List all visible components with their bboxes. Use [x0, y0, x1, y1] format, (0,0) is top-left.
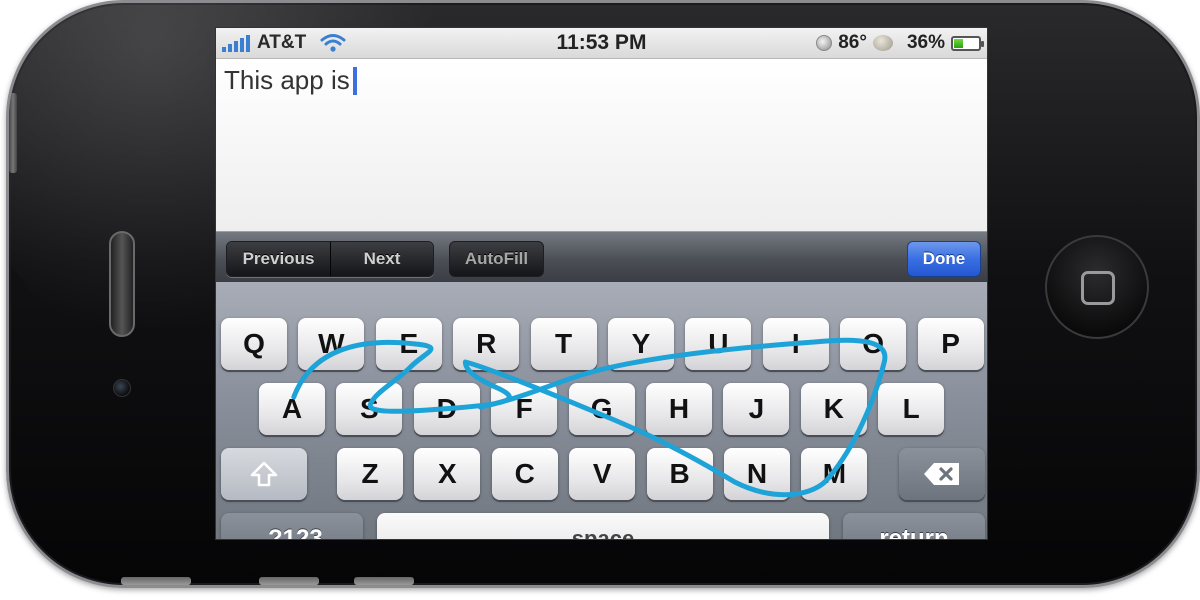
numbers-key[interactable]: .?123 [221, 513, 363, 539]
prev-next-segmented-control: Previous Next [226, 241, 434, 277]
key-z[interactable]: Z [337, 448, 403, 500]
battery-percent: 36% [906, 32, 945, 53]
side-button [9, 93, 17, 173]
return-key[interactable]: return [843, 513, 985, 539]
space-key[interactable]: space [377, 513, 829, 539]
home-button[interactable] [1045, 235, 1149, 339]
battery-icon [951, 35, 984, 51]
key-s[interactable]: S [336, 383, 403, 435]
phone-screen: AT&T 11:53 PM 86° 36% This app is Previo… [215, 27, 988, 540]
key-p[interactable]: P [917, 318, 984, 370]
key-l[interactable]: L [878, 383, 945, 435]
key-r[interactable]: R [453, 318, 520, 370]
status-right: 86° 36% [816, 32, 984, 54]
key-v[interactable]: V [569, 448, 636, 500]
key-d[interactable]: D [413, 383, 480, 435]
key-m[interactable]: M [801, 448, 868, 500]
keyboard: .?123 space return QWERTYUIOP ASDFGHJKL ZX… [216, 282, 987, 539]
shift-key[interactable] [221, 448, 307, 500]
battery-fill [954, 38, 964, 48]
front-camera [113, 379, 131, 397]
home-square-icon [1081, 271, 1115, 305]
keyboard-accessory-toolbar: Previous Next AutoFill Done [216, 231, 987, 282]
shift-arrow-icon [250, 461, 278, 487]
key-h[interactable]: H [646, 383, 712, 435]
text-input-area[interactable]: This app is [216, 59, 987, 231]
next-button[interactable]: Next [331, 242, 433, 276]
temperature-readout: 86° [838, 32, 867, 53]
key-x[interactable]: X [414, 448, 481, 500]
volume-down-button [259, 577, 319, 585]
key-q[interactable]: Q [221, 318, 287, 370]
key-j[interactable]: J [723, 383, 790, 435]
key-w[interactable]: W [298, 318, 365, 370]
typed-text: This app is [224, 65, 350, 95]
key-a[interactable]: A [259, 383, 325, 435]
weather-sun-icon [816, 35, 833, 51]
key-e[interactable]: E [375, 318, 442, 370]
key-g[interactable]: G [568, 383, 635, 435]
previous-button[interactable]: Previous [227, 242, 331, 276]
mute-switch [354, 577, 414, 585]
key-i[interactable]: I [762, 318, 829, 370]
key-c[interactable]: C [491, 448, 558, 500]
done-button[interactable]: Done [907, 241, 981, 277]
status-bar: AT&T 11:53 PM 86° 36% [216, 28, 987, 59]
key-b[interactable]: B [646, 448, 713, 500]
key-o[interactable]: O [840, 318, 907, 370]
key-y[interactable]: Y [608, 318, 674, 370]
key-k[interactable]: K [800, 383, 867, 435]
weather-moon-icon [872, 35, 893, 51]
backspace-icon [924, 463, 959, 485]
backspace-key[interactable] [899, 448, 985, 500]
autofill-button[interactable]: AutoFill [449, 241, 544, 277]
volume-up-button [121, 577, 191, 585]
text-cursor [352, 67, 357, 95]
key-f[interactable]: F [491, 383, 558, 435]
key-u[interactable]: U [685, 318, 752, 370]
earpiece-speaker [109, 231, 135, 337]
key-t[interactable]: T [530, 318, 597, 370]
key-n[interactable]: N [724, 448, 790, 500]
